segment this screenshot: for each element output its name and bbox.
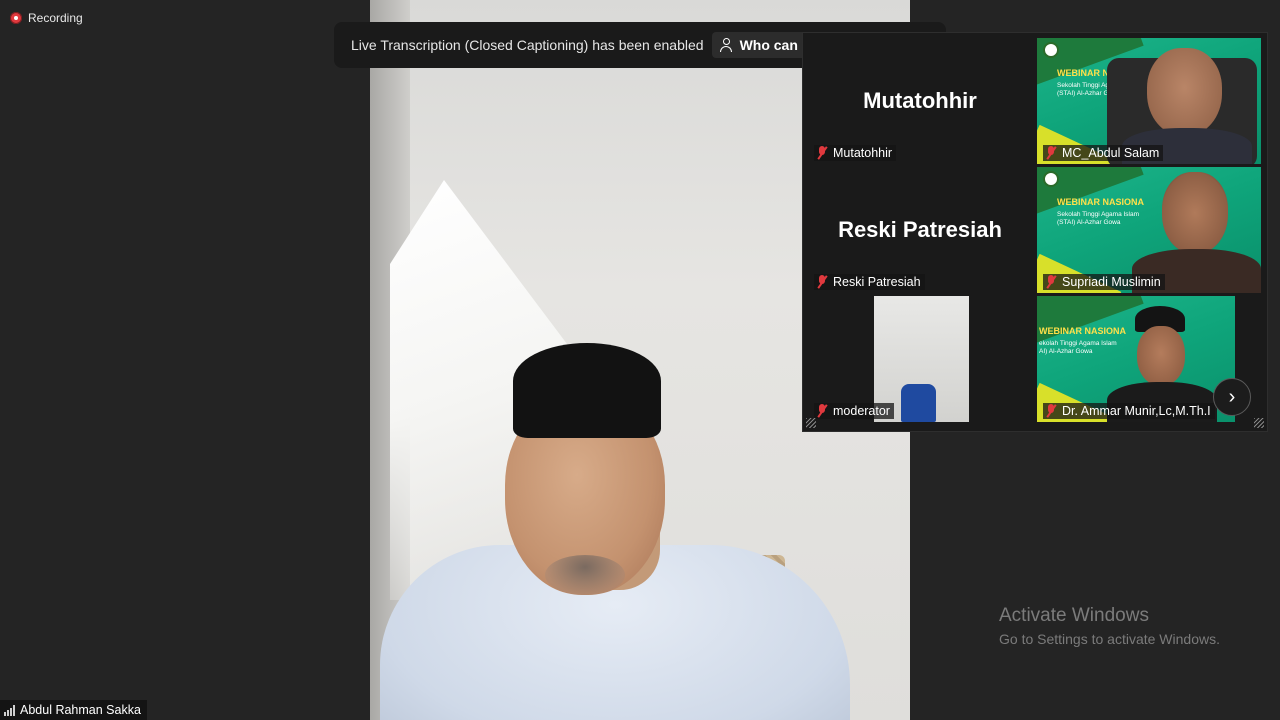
participant-tile-reski-patresiah[interactable]: Reski Patresiah Reski Patresiah (808, 167, 1032, 293)
recording-indicator[interactable]: Recording (10, 11, 83, 25)
participant-label: MC_Abdul Salam (1043, 145, 1164, 161)
chevron-right-icon: › (1228, 385, 1236, 408)
participant-face (1147, 48, 1222, 136)
watermark-title: Activate Windows (999, 605, 1149, 626)
mic-muted-icon (1045, 146, 1057, 160)
windows-activation-watermark: Activate Windows Go to Settings to activ… (999, 605, 1220, 647)
participant-name: Supriadi Muslimin (1062, 275, 1161, 289)
participant-face (1162, 172, 1228, 254)
participant-name: Reski Patresiah (833, 275, 921, 289)
participant-icon (719, 38, 734, 52)
participant-label: moderator (814, 403, 894, 419)
resize-handle-icon[interactable] (1254, 418, 1264, 428)
participant-face (1137, 326, 1185, 386)
participant-label: Dr. Ammar Munir,Lc,M.Th.I (1043, 403, 1215, 419)
participant-name: moderator (833, 404, 890, 418)
mic-muted-icon (816, 275, 828, 289)
background-chair (901, 384, 936, 422)
webinar-slide-title: WEBINAR NASIONA (1039, 326, 1126, 336)
participant-name: MC_Abdul Salam (1062, 146, 1160, 160)
speaker-name: Abdul Rahman Sakka (20, 703, 141, 717)
speaker-name-label: Abdul Rahman Sakka (0, 700, 147, 720)
webinar-slide-line: (STAI) Al-Azhar Gowa (1057, 219, 1121, 226)
mic-muted-icon (816, 404, 828, 418)
participant-tile-supriadi-muslimin[interactable]: WEBINAR NASIONA Sekolah Tinggi Agama Isl… (1037, 167, 1261, 293)
mic-muted-icon (816, 146, 828, 160)
participant-label: Mutatohhir (814, 145, 897, 161)
participant-name: Mutatohhir (833, 146, 893, 160)
participant-tile-moderator[interactable]: moderator (808, 296, 1032, 422)
transcription-message: Live Transcription (Closed Captioning) h… (351, 37, 704, 53)
webinar-slide-title: WEBINAR NASIONA (1057, 197, 1144, 207)
participant-label: Supriadi Muslimin (1043, 274, 1165, 290)
connection-signal-icon[interactable] (4, 704, 15, 716)
webinar-slide-line: AI) Al-Azhar Gowa (1039, 348, 1093, 355)
resize-handle-icon[interactable] (806, 418, 816, 428)
next-page-button[interactable]: › (1213, 378, 1251, 416)
participant-tile-mutatohhir[interactable]: Mutatohhir Mutatohhir (808, 38, 1032, 164)
gallery-panel[interactable]: Mutatohhir Mutatohhir WEBINAR NAS Sekola… (802, 32, 1268, 432)
watermark-subtitle: Go to Settings to activate Windows. (999, 631, 1220, 647)
webinar-slide-line: ekolah Tinggi Agama Islam (1039, 340, 1117, 347)
participant-tile-mc-abdul-salam[interactable]: WEBINAR NAS Sekolah Tinggi Agama (STAI) … (1037, 38, 1261, 164)
speaker-cap (513, 343, 661, 438)
speaker-beard (545, 555, 625, 595)
webinar-slide-line: Sekolah Tinggi Agama Islam (1057, 211, 1140, 218)
mic-muted-icon (1045, 404, 1057, 418)
participant-display-name: Mutatohhir (863, 88, 977, 113)
participant-display-name: Reski Patresiah (838, 217, 1002, 242)
mic-muted-icon (1045, 275, 1057, 289)
recording-icon (10, 12, 22, 24)
institution-logo-icon (1043, 42, 1059, 58)
recording-label: Recording (28, 11, 83, 25)
participant-name: Dr. Ammar Munir,Lc,M.Th.I (1062, 404, 1211, 418)
participant-label: Reski Patresiah (814, 274, 925, 290)
institution-logo-icon (1043, 171, 1059, 187)
